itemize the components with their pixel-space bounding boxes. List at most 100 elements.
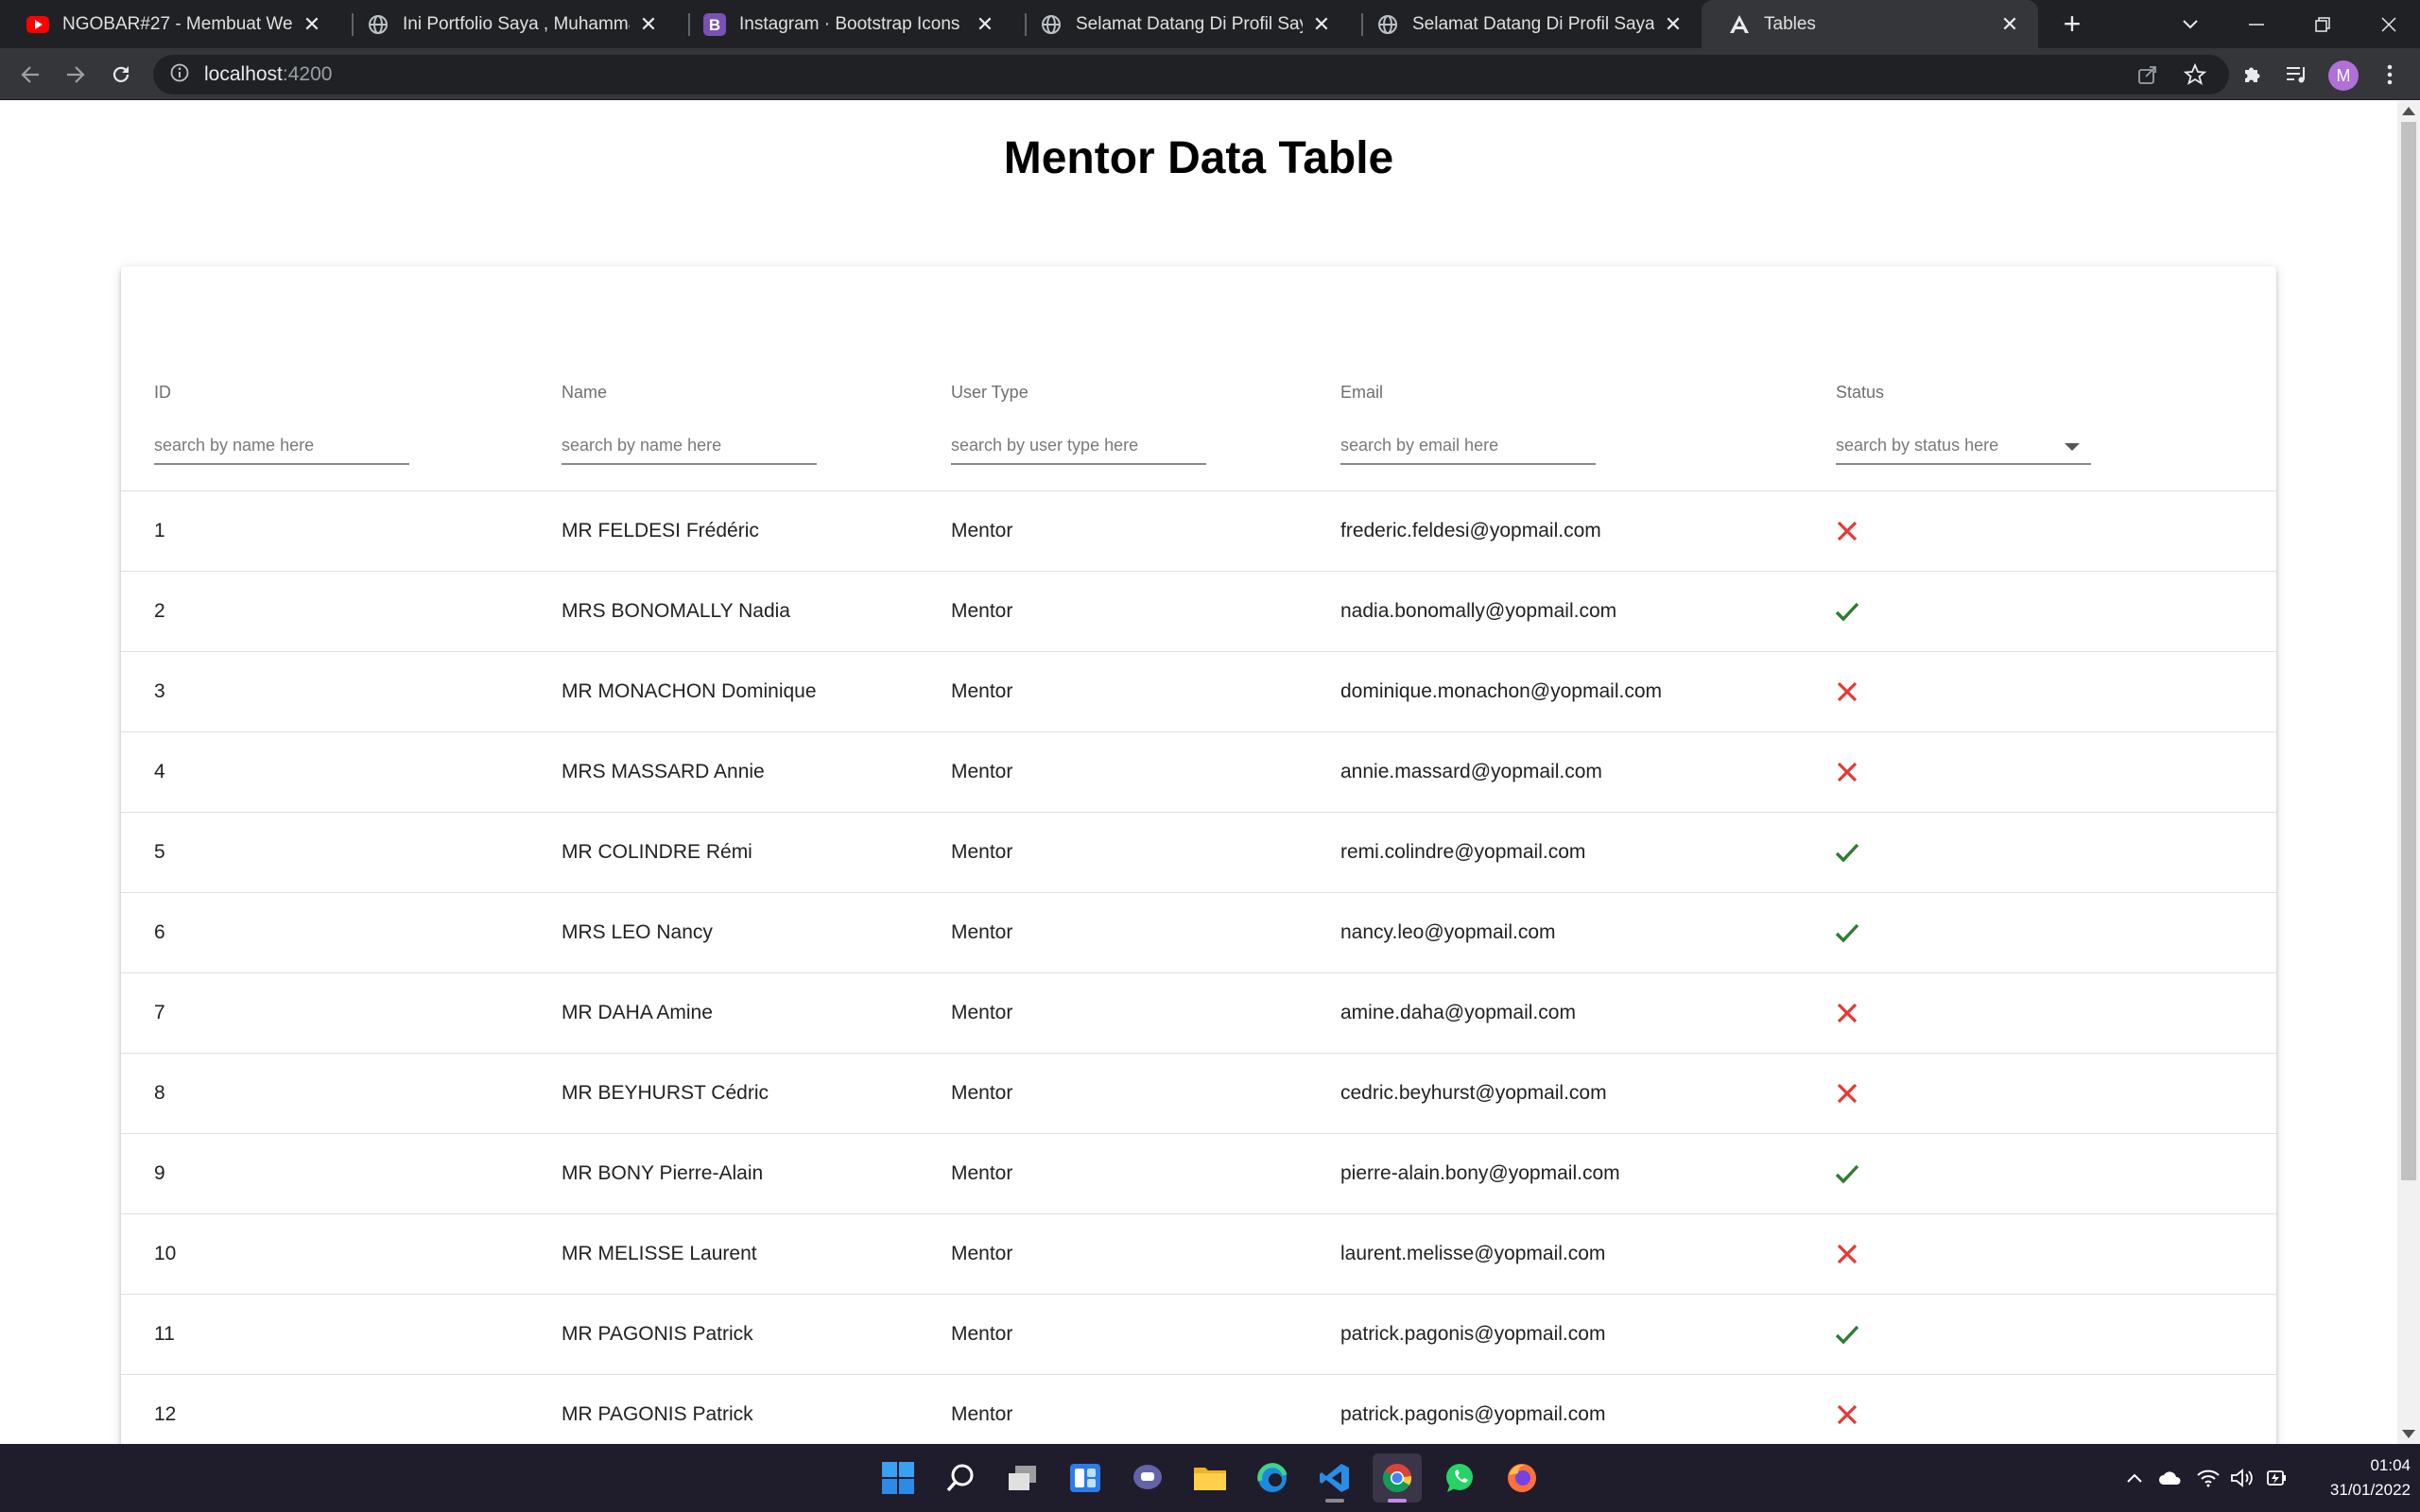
profile-avatar[interactable]: M [2328, 60, 2359, 91]
address-bar[interactable]: localhost:4200 [153, 55, 2229, 94]
restore-button[interactable] [2293, 0, 2352, 48]
menu-kebab-icon[interactable] [2373, 58, 2407, 92]
scrollbar-thumb[interactable] [2401, 122, 2416, 1180]
browser-toolbar: localhost:4200 M [0, 48, 2420, 100]
cell-name: MR COLINDRE Rémi [562, 841, 752, 863]
table-row[interactable]: 6 MRS LEO Nancy Mentor nancy.leo@yopmail.co… [121, 893, 2276, 973]
vscode-icon[interactable] [1310, 1453, 1359, 1503]
cell-email: pierre-alain.bony@yopmail.com [1340, 1162, 1620, 1184]
widgets-icon[interactable] [1061, 1453, 1110, 1503]
cell-id: 7 [154, 1002, 165, 1023]
cell-name: MR PAGONIS Patrick [562, 1323, 753, 1345]
tab-bootstrap-icons[interactable]: B Instagram · Bootstrap Icons ✕ [677, 0, 1013, 48]
table-row[interactable]: 7 MR DAHA Amine Mentor amine.daha@yopmail.c… [121, 973, 2276, 1054]
extensions-puzzle-icon[interactable] [2235, 58, 2269, 92]
cell-user-type: Mentor [951, 1082, 1013, 1104]
close-icon[interactable]: ✕ [301, 12, 323, 36]
cell-status [1832, 1054, 1862, 1133]
user-type-search-input[interactable] [951, 427, 1206, 465]
table-row[interactable]: 11 MR PAGONIS Patrick Mentor patrick.pagoni… [121, 1295, 2276, 1375]
task-view-icon[interactable] [998, 1453, 1047, 1503]
clock-time: 01:04 [2370, 1456, 2411, 1474]
youtube-icon [26, 13, 49, 36]
cell-id: 5 [154, 841, 165, 863]
dropdown-arrow-icon [2065, 443, 2080, 451]
cell-id: 6 [154, 921, 165, 943]
tray-overflow-chevron-icon[interactable] [2119, 1461, 2150, 1495]
file-explorer-icon[interactable] [1185, 1453, 1235, 1503]
table-row[interactable]: 12 MR PAGONIS Patrick Mentor patrick.pagoni… [121, 1375, 2276, 1444]
battery-icon[interactable] [2261, 1461, 2291, 1495]
table-row[interactable]: 3 MR MONACHON Dominique Mentor dominique.mo… [121, 652, 2276, 732]
reload-button[interactable] [104, 58, 138, 92]
tab-portfolio[interactable]: Ini Portfolio Saya , Muhammad S ✕ [340, 0, 677, 48]
media-queue-icon[interactable] [2280, 58, 2314, 92]
table-row[interactable]: 8 MR BEYHURST Cédric Mentor cedric.beyhurst… [121, 1054, 2276, 1134]
cell-status [1832, 732, 1862, 812]
name-search-input[interactable] [562, 427, 817, 465]
cross-icon [1832, 516, 1862, 546]
status-select-placeholder: search by status here [1836, 435, 1999, 455]
forward-button[interactable] [59, 58, 93, 92]
cell-name: MR PAGONIS Patrick [562, 1403, 753, 1425]
tab-profil-2[interactable]: Selamat Datang Di Profil Saya, M ✕ [1350, 0, 1702, 48]
teams-chat-icon[interactable] [1123, 1453, 1172, 1503]
table-row[interactable]: 10 MR MELISSE Laurent Mentor laurent.meliss… [121, 1214, 2276, 1295]
table-row[interactable]: 9 MR BONY Pierre-Alain Mentor pierre-alain.… [121, 1134, 2276, 1214]
cell-status [1832, 813, 1862, 892]
cell-status [1832, 1214, 1862, 1294]
close-icon[interactable]: ✕ [1310, 12, 1333, 36]
running-indicator [1325, 1499, 1344, 1503]
new-tab-button[interactable]: + [2057, 9, 2087, 40]
page-scrollbar[interactable] [2397, 101, 2420, 1444]
cell-name: MR BEYHURST Cédric [562, 1082, 769, 1104]
tab-search-chevron-icon[interactable] [2161, 0, 2220, 48]
bookmark-star-icon[interactable] [2178, 58, 2212, 92]
edge-icon[interactable] [1248, 1453, 1297, 1503]
cell-id: 8 [154, 1082, 165, 1104]
status-search-select[interactable]: search by status here [1836, 427, 2091, 465]
close-icon[interactable]: ✕ [974, 12, 996, 36]
close-icon[interactable]: ✕ [637, 12, 660, 36]
tab-tables[interactable]: Tables ✕ [1702, 0, 2038, 48]
back-button[interactable] [13, 58, 47, 92]
search-icon[interactable] [936, 1453, 985, 1503]
windows-start-icon[interactable] [873, 1453, 923, 1503]
clock-date: 31/01/2022 [2329, 1481, 2411, 1499]
cell-email: frederic.feldesi@yopmail.com [1340, 520, 1601, 541]
onedrive-cloud-icon[interactable] [2155, 1461, 2186, 1495]
cell-user-type: Mentor [951, 1002, 1013, 1023]
cell-user-type: Mentor [951, 1323, 1013, 1345]
table-header: ID Name User Type Email Status search by… [121, 266, 2276, 491]
system-clock[interactable]: 01:04 31/01/2022 [2297, 1453, 2411, 1503]
wifi-icon[interactable] [2193, 1461, 2223, 1495]
tab-ngobar[interactable]: NGOBAR#27 - Membuat Website ✕ [0, 0, 340, 48]
close-icon[interactable]: ✕ [1662, 12, 1685, 36]
email-search-input[interactable] [1340, 427, 1596, 465]
cell-user-type: Mentor [951, 761, 1013, 782]
table-row[interactable]: 4 MRS MASSARD Annie Mentor annie.massard@yo… [121, 732, 2276, 813]
cell-id: 3 [154, 680, 165, 702]
share-icon[interactable] [2131, 58, 2165, 92]
check-icon [1832, 918, 1862, 948]
volume-icon[interactable] [2227, 1461, 2257, 1495]
id-search-input[interactable] [154, 427, 409, 465]
chrome-icon[interactable] [1373, 1453, 1422, 1503]
cell-id: 10 [154, 1243, 177, 1264]
table-row[interactable]: 1 MR FELDESI Frédéric Mentor frederic.felde… [121, 491, 2276, 572]
close-icon[interactable]: ✕ [1998, 12, 2021, 36]
whatsapp-icon[interactable] [1435, 1453, 1484, 1503]
scroll-up-arrow-icon[interactable] [2402, 107, 2415, 115]
cell-email: patrick.pagonis@yopmail.com [1340, 1403, 1606, 1425]
scroll-down-arrow-icon[interactable] [2402, 1430, 2415, 1438]
cell-status [1832, 973, 1862, 1053]
firefox-icon[interactable] [1497, 1453, 1547, 1503]
close-window-button[interactable] [2360, 0, 2418, 48]
tab-title: Selamat Datang Di Profil Saya, M [1412, 13, 1654, 34]
minimize-button[interactable] [2227, 0, 2286, 48]
tab-profil-1[interactable]: Selamat Datang Di Profil Saya ✕ [1013, 0, 1350, 48]
table-row[interactable]: 2 MRS BONOMALLY Nadia Mentor nadia.bonomall… [121, 572, 2276, 652]
table-row[interactable]: 5 MR COLINDRE Rémi Mentor remi.colindre@yop… [121, 813, 2276, 893]
info-icon[interactable] [170, 63, 189, 87]
cell-user-type: Mentor [951, 680, 1013, 702]
